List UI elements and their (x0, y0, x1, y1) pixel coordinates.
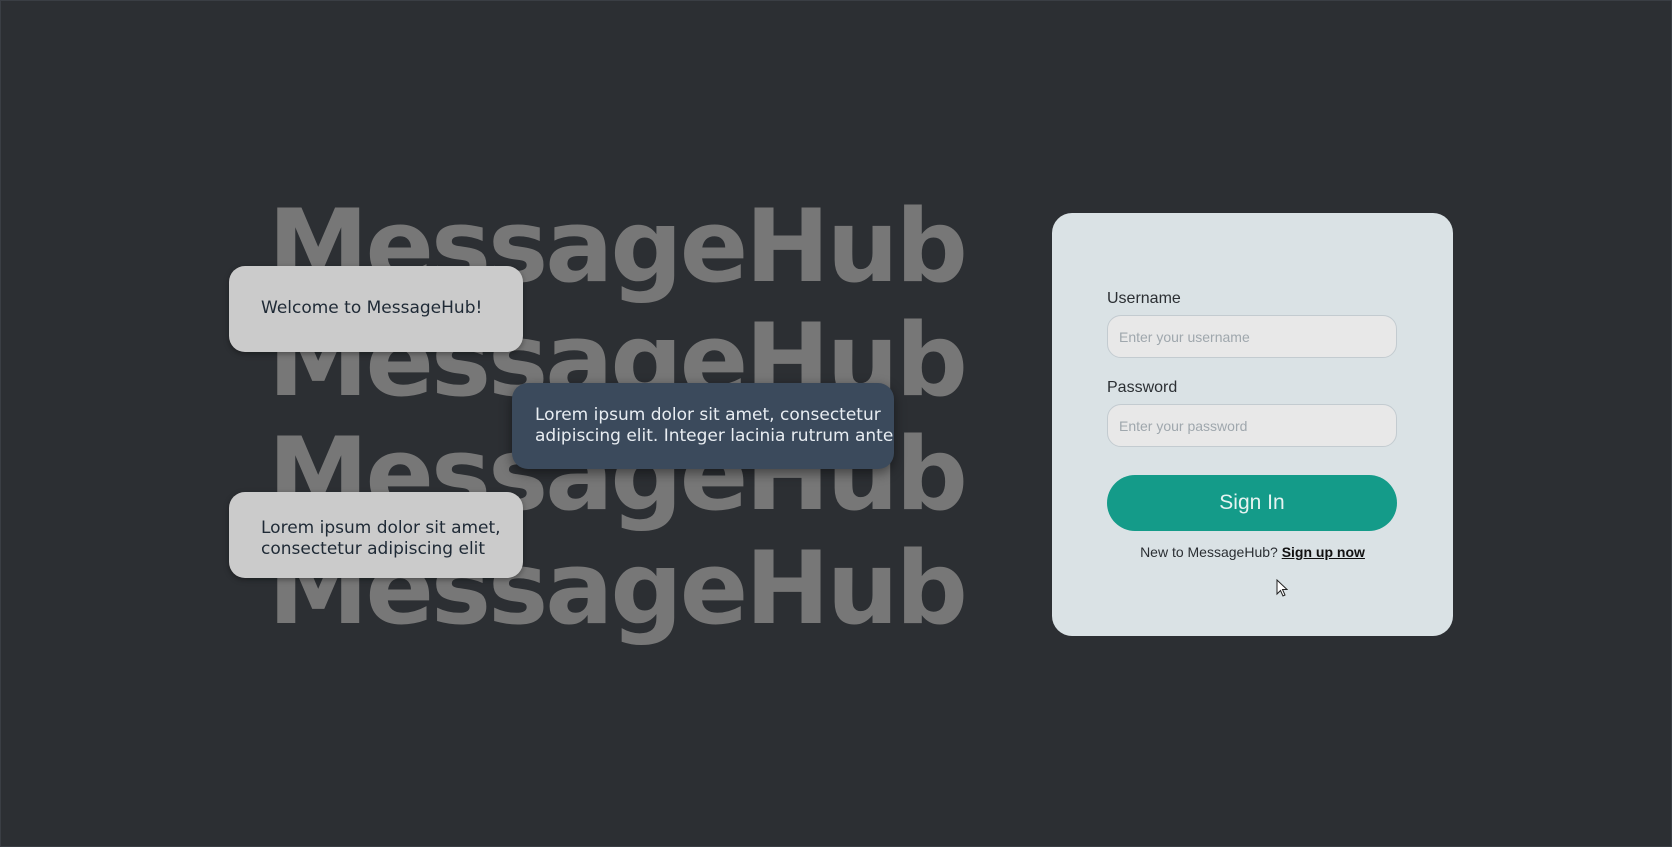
sign-up-link[interactable]: Sign up now (1282, 544, 1365, 560)
welcome-chat-bubble: Welcome to MessageHub! (229, 266, 523, 352)
chat-bubble-text: Welcome to MessageHub! (261, 298, 483, 318)
username-label: Username (1107, 290, 1181, 307)
password-input[interactable] (1107, 404, 1397, 447)
chat-bubble-text: Lorem ipsum dolor sit amet, consectetur … (261, 518, 501, 559)
mouse-pointer-icon (1276, 579, 1288, 597)
chat-bubble-text: Lorem ipsum dolor sit amet, consectetur … (535, 405, 894, 446)
sign-in-button[interactable]: Sign In (1107, 475, 1397, 531)
reply-chat-bubble: Lorem ipsum dolor sit amet, consectetur … (512, 383, 894, 469)
signup-prompt-text: New to MessageHub? (1140, 544, 1278, 560)
message-chat-bubble: Lorem ipsum dolor sit amet, consectetur … (229, 492, 523, 578)
username-input[interactable] (1107, 315, 1397, 358)
signup-prompt-line: New to MessageHub? Sign up now (1052, 544, 1453, 560)
password-label: Password (1107, 379, 1178, 396)
login-card: Username Password Sign In New to Message… (1052, 213, 1453, 636)
